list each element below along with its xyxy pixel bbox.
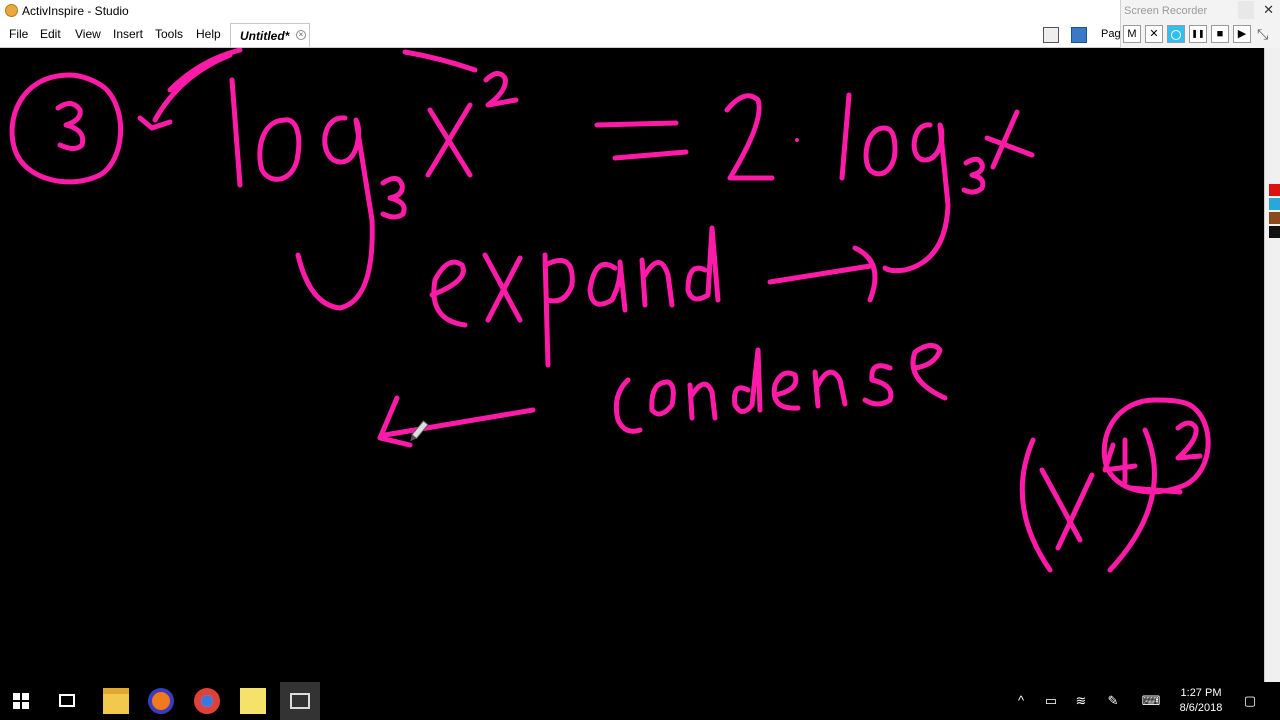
ink-stroke [402,49,478,73]
ink-word-condense [613,377,643,434]
document-tab[interactable]: Untitled* × [230,23,310,47]
activinspire-taskbar-icon[interactable] [280,682,320,720]
recorder-stop-button[interactable]: ■ [1211,25,1229,43]
ink-two [724,93,775,181]
ink-word-condense [862,363,894,407]
ink-paren [1107,427,1157,573]
menu-tools[interactable]: Tools [155,27,183,41]
ink-paren [1019,437,1053,573]
ink-x2 [984,135,1035,158]
windows-start-icon[interactable] [13,693,29,709]
ink-word-condense [732,347,763,414]
menu-insert[interactable]: Insert [113,27,143,41]
ink-arrow [152,52,233,123]
ink-sub-3b [961,156,986,195]
menu-help[interactable]: Help [196,27,221,41]
color-swatch-blue[interactable] [1269,198,1280,210]
color-swatch-red[interactable] [1269,184,1280,196]
ink-sub-3 [380,176,407,220]
battery-icon[interactable]: ▭ [1043,693,1059,709]
recorder-title: Screen Recorder [1124,5,1208,17]
ink-word-expand [587,259,628,313]
color-swatch-brown[interactable] [1269,212,1280,224]
ink-sup-2 [483,71,519,108]
screen-recorder-panel: Screen Recorder ✕ M ✕ ❚❚ ■ ▶ ⤡ [1120,0,1280,48]
menu-view[interactable]: View [75,27,101,41]
system-clock[interactable]: 1:27 PM 8/6/2018 [1170,686,1232,716]
windows-taskbar: ^ ▭ ≋ ✎ ⌨ 1:27 PM 8/6/2018 ▢ [0,682,1280,720]
ink-digit-3 [55,101,86,151]
chrome-icon[interactable] [194,688,220,714]
color-swatch-black[interactable] [1269,226,1280,238]
recorder-cancel-button[interactable]: ✕ [1145,25,1163,43]
ink-arrow-head [852,245,878,303]
ink-dot [795,138,799,142]
ink-x3 [1039,467,1083,543]
ink-word-expand [639,257,675,308]
ink-word-condense [687,381,718,421]
ink-l [229,77,243,188]
pen-workspace-icon[interactable]: ✎ [1105,693,1121,709]
ink-layer [9,48,1211,573]
recorder-pause-button[interactable]: ❚❚ [1189,25,1207,43]
clock-time: 1:27 PM [1180,687,1222,699]
close-tab-icon[interactable]: × [296,30,306,40]
expand-arrows-icon[interactable]: ⤡ [1257,26,1268,43]
ink-word-condense [771,370,801,411]
task-view-icon[interactable] [59,694,75,707]
ink-word-condense [649,379,676,417]
ink-o2 [863,125,898,177]
ink-arrow-head [377,395,413,448]
notifications-icon[interactable]: ▢ [1242,693,1258,709]
ink-word-expand [542,252,575,368]
recorder-minimize-button[interactable] [1238,1,1254,19]
ink-equals [612,149,689,161]
activinspire-app-icon [5,4,18,17]
ink-word-expand [685,225,721,303]
keyboard-icon[interactable]: ⌨ [1140,693,1162,709]
ink-g [295,115,375,311]
show-hidden-icons-icon[interactable]: ^ [1013,693,1029,709]
flipchart-canvas[interactable] [0,48,1264,682]
ink-arrow [767,263,873,285]
right-toolbox-strip [1264,48,1280,682]
clock-date: 8/6/2018 [1179,702,1223,714]
ink-word-condense [812,369,848,409]
page-browser-icon[interactable] [1071,27,1087,43]
ink-circle-3 [9,72,124,185]
wifi-icon[interactable]: ≋ [1073,693,1089,709]
ink-digit-2 [1175,420,1203,461]
webcam-icon [1171,30,1181,40]
ink-arrow [382,407,536,438]
ink-l2 [839,92,852,181]
ink-o [257,117,302,182]
recorder-webcam-button[interactable] [1167,25,1185,43]
page-view-icon[interactable] [1043,27,1059,43]
sticky-notes-icon[interactable] [240,688,266,714]
window-title: ActivInspire - Studio [22,4,129,18]
ink-word-condense [910,343,948,401]
file-explorer-icon[interactable] [103,688,129,714]
menu-file[interactable]: File [9,27,28,41]
recorder-play-button[interactable]: ▶ [1233,25,1251,43]
recorder-mode-button[interactable]: M [1123,25,1141,43]
title-bar: ActivInspire - Studio [0,0,1280,22]
ink-equals [594,120,679,128]
recorder-close-icon[interactable]: ✕ [1263,2,1274,18]
document-tab-label: Untitled* [240,29,290,43]
firefox-icon[interactable] [148,688,174,714]
ink-word-expand [429,259,468,328]
menu-bar: File Edit View Insert Tools Help Untitle… [0,22,1280,48]
menu-edit[interactable]: Edit [40,27,61,41]
